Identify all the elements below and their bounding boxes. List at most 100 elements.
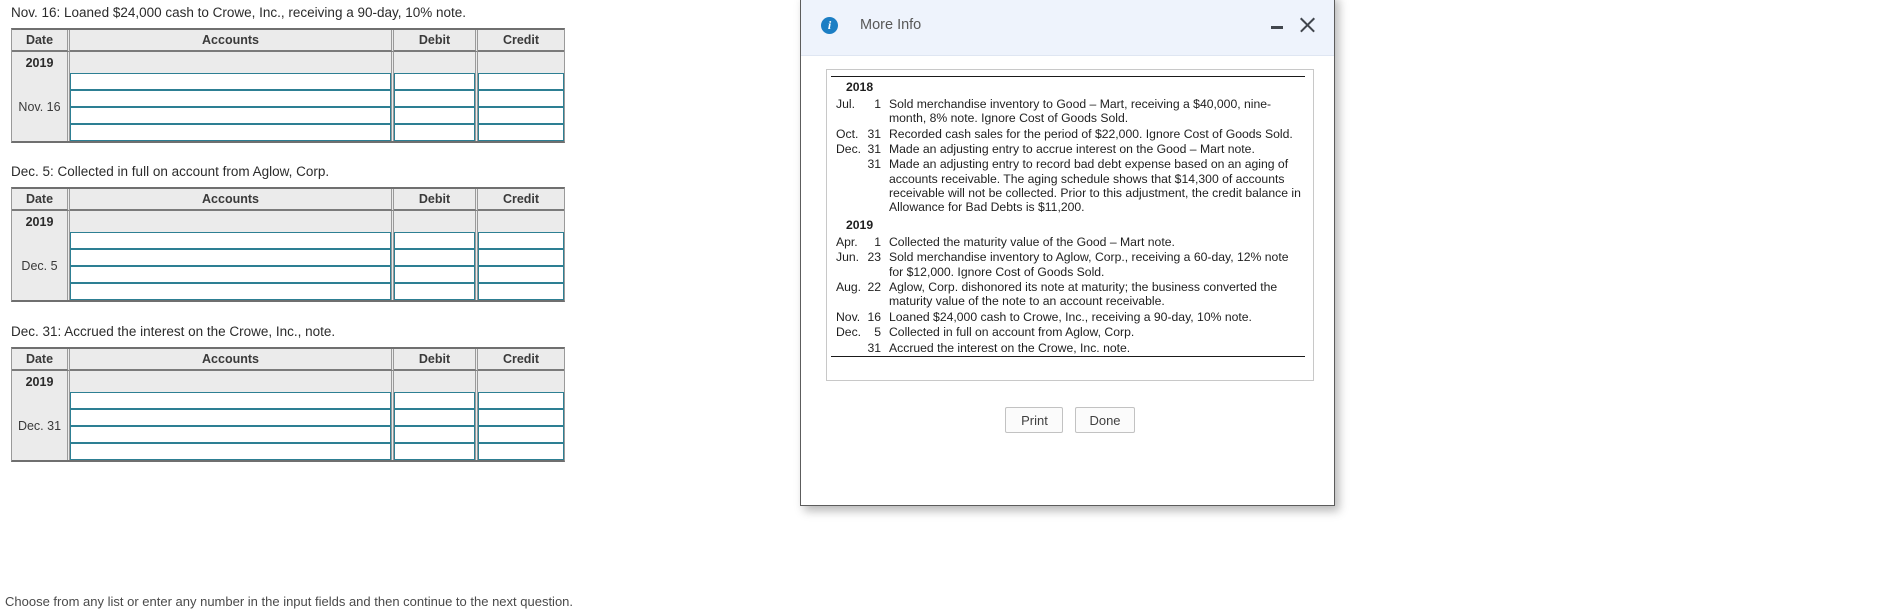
table-row bbox=[12, 124, 564, 141]
debit-input[interactable] bbox=[394, 107, 475, 124]
column-header-debit: Debit bbox=[394, 349, 478, 371]
credit-input[interactable] bbox=[478, 73, 564, 90]
dialog-body: 2018 Jul. 1 Sold merchandise inventory to G… bbox=[801, 56, 1334, 433]
debit-input[interactable] bbox=[394, 266, 475, 283]
table-row bbox=[12, 249, 564, 266]
credit-input[interactable] bbox=[478, 283, 564, 300]
transaction-description: Sold merchandise inventory to Good – Mar… bbox=[889, 96, 1272, 126]
minimize-icon[interactable] bbox=[1270, 18, 1284, 32]
input-cell bbox=[478, 232, 564, 249]
input-cell bbox=[394, 124, 478, 141]
debit-input[interactable] bbox=[394, 124, 475, 141]
transaction-month: Dec. bbox=[836, 325, 862, 340]
accounts-input[interactable] bbox=[70, 90, 391, 107]
transaction-row: Jul. 1 Sold merchandise inventory to Good … bbox=[831, 96, 1305, 126]
credit-input[interactable] bbox=[478, 124, 564, 141]
entry-prompt: Dec. 5: Collected in full on account fro… bbox=[11, 164, 330, 179]
credit-input[interactable] bbox=[478, 107, 564, 124]
credit-input[interactable] bbox=[478, 90, 564, 107]
close-icon[interactable] bbox=[1298, 16, 1316, 34]
input-cell bbox=[394, 266, 478, 283]
transaction-year-label: 2018 bbox=[831, 76, 1305, 97]
empty-cell bbox=[478, 211, 564, 232]
entry-prompt: Dec. 31: Accrued the interest on the Cro… bbox=[11, 324, 336, 339]
entry-date: Nov. 16 bbox=[12, 73, 70, 141]
credit-input[interactable] bbox=[478, 232, 564, 249]
debit-input[interactable] bbox=[394, 283, 475, 300]
accounts-input[interactable] bbox=[70, 107, 391, 124]
transaction-row: Aug. 22 Aglow, Corp. dishonored its note a… bbox=[831, 280, 1305, 310]
entry-date: Dec. 31 bbox=[12, 392, 70, 460]
input-cell bbox=[70, 283, 394, 300]
column-header-date: Date bbox=[12, 30, 70, 52]
transaction-month: Oct. bbox=[836, 126, 859, 141]
journal-entry-block: Dec. 5: Collected in full on account fro… bbox=[0, 164, 565, 302]
input-cell bbox=[394, 426, 478, 443]
transaction-row: 31 Accrued the interest on the Crowe, Inc… bbox=[831, 340, 1305, 357]
table-row: 2019 bbox=[12, 211, 564, 232]
debit-input[interactable] bbox=[394, 73, 475, 90]
accounts-input[interactable] bbox=[70, 232, 391, 249]
input-cell bbox=[70, 90, 394, 107]
transaction-row: Oct. 31 Recorded cash sales for the period… bbox=[831, 126, 1305, 141]
accounts-input[interactable] bbox=[70, 266, 391, 283]
input-cell bbox=[70, 124, 394, 141]
column-header-date: Date bbox=[12, 349, 70, 371]
input-cell bbox=[394, 392, 478, 409]
transaction-row: Apr. 1 Collected the maturity value of the… bbox=[831, 234, 1305, 249]
debit-input[interactable] bbox=[394, 409, 475, 426]
year-label: 2019 bbox=[12, 211, 70, 232]
transaction-month: Aug. bbox=[836, 280, 862, 295]
table-row bbox=[12, 426, 564, 443]
debit-input[interactable] bbox=[394, 443, 475, 460]
credit-input[interactable] bbox=[478, 249, 564, 266]
table-row bbox=[12, 90, 564, 107]
column-header-credit: Credit bbox=[478, 30, 564, 52]
empty-cell bbox=[394, 52, 478, 73]
input-cell bbox=[394, 409, 478, 426]
accounts-input[interactable] bbox=[70, 426, 391, 443]
accounts-input[interactable] bbox=[70, 443, 391, 460]
debit-input[interactable] bbox=[394, 232, 475, 249]
transaction-description: Recorded cash sales for the period of $2… bbox=[889, 126, 1293, 141]
credit-input[interactable] bbox=[478, 443, 564, 460]
debit-input[interactable] bbox=[394, 249, 475, 266]
credit-input[interactable] bbox=[478, 392, 564, 409]
table-row bbox=[12, 107, 564, 124]
credit-input[interactable] bbox=[478, 266, 564, 283]
entry-date: Dec. 5 bbox=[12, 232, 70, 300]
transaction-list-box: 2018 Jul. 1 Sold merchandise inventory to G… bbox=[826, 69, 1314, 381]
transaction-row: 31 Made an adjusting entry to record bad … bbox=[831, 157, 1305, 215]
transaction-year-row: 2019 bbox=[831, 215, 1305, 234]
credit-input[interactable] bbox=[478, 409, 564, 426]
credit-input[interactable] bbox=[478, 426, 564, 443]
transaction-day: 5 bbox=[874, 325, 881, 340]
accounts-input[interactable] bbox=[70, 249, 391, 266]
empty-cell bbox=[478, 52, 564, 73]
page-root: Nov. 16: Loaned $24,000 cash to Crowe, I… bbox=[0, 0, 1884, 609]
input-cell bbox=[478, 107, 564, 124]
empty-cell bbox=[70, 52, 394, 73]
journal-entry-block: Dec. 31: Accrued the interest on the Cro… bbox=[0, 324, 565, 462]
print-button[interactable]: Print bbox=[1005, 407, 1064, 433]
empty-cell bbox=[394, 211, 478, 232]
empty-cell bbox=[70, 211, 394, 232]
transaction-month bbox=[831, 157, 867, 215]
input-cell bbox=[478, 426, 564, 443]
input-cell bbox=[70, 232, 394, 249]
debit-input[interactable] bbox=[394, 90, 475, 107]
accounts-input[interactable] bbox=[70, 73, 391, 90]
accounts-input[interactable] bbox=[70, 124, 391, 141]
debit-input[interactable] bbox=[394, 392, 475, 409]
accounts-input[interactable] bbox=[70, 409, 391, 426]
transaction-day: 31 bbox=[867, 157, 881, 172]
accounts-input[interactable] bbox=[70, 392, 391, 409]
input-cell bbox=[70, 409, 394, 426]
transaction-year-row: 2018 bbox=[831, 76, 1305, 97]
journal-table: Date Accounts Debit Credit 2019 Dec. 5 bbox=[11, 187, 565, 302]
done-button[interactable]: Done bbox=[1075, 407, 1135, 433]
column-header-debit: Debit bbox=[394, 189, 478, 211]
debit-input[interactable] bbox=[394, 426, 475, 443]
transaction-day: 16 bbox=[867, 309, 881, 324]
accounts-input[interactable] bbox=[70, 283, 391, 300]
